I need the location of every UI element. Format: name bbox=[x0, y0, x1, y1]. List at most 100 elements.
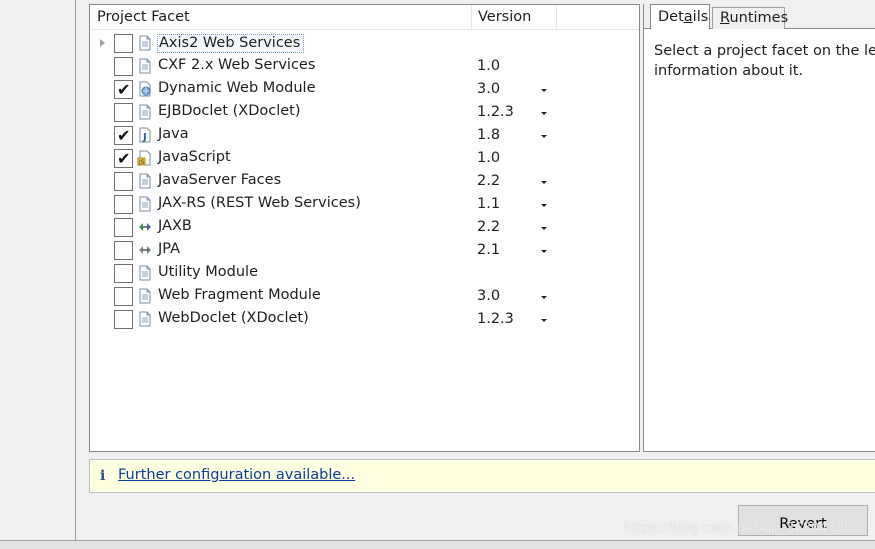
facet-checkbox[interactable]: ✔ bbox=[114, 80, 133, 99]
checkmark-icon: ✔ bbox=[117, 149, 131, 168]
checkmark-icon: ✔ bbox=[117, 126, 131, 145]
facet-row[interactable]: ✔ JS JavaScript 1.0 bbox=[90, 147, 639, 170]
facet-row[interactable]: EJBDoclet (XDoclet) 1.2.3 bbox=[90, 101, 639, 124]
facet-checkbox[interactable] bbox=[114, 172, 133, 191]
svg-text:JS: JS bbox=[138, 159, 145, 166]
column-separator[interactable] bbox=[471, 5, 472, 30]
facet-version[interactable]: 1.2.3 bbox=[477, 104, 514, 120]
details-text-line: Select a project facet on the le bbox=[654, 43, 875, 59]
facet-version[interactable]: 3.0 bbox=[477, 81, 500, 97]
page-icon bbox=[137, 104, 153, 120]
facet-version[interactable]: 3.0 bbox=[477, 288, 500, 304]
details-description: Select a project facet on the le informa… bbox=[654, 41, 875, 81]
facet-row[interactable]: JAX-RS (REST Web Services) 1.1 bbox=[90, 193, 639, 216]
version-dropdown-arrow-icon[interactable] bbox=[541, 112, 547, 115]
facet-row[interactable]: Utility Module bbox=[90, 262, 639, 285]
facet-checkbox[interactable] bbox=[114, 103, 133, 122]
page-icon bbox=[137, 35, 153, 51]
jaxb-icon bbox=[137, 219, 153, 235]
tab-details[interactable]: Details bbox=[650, 4, 710, 30]
facet-name: JAX-RS (REST Web Services) bbox=[158, 195, 361, 211]
facet-checkbox[interactable]: ✔ bbox=[114, 149, 133, 168]
facet-row[interactable]: JPA 2.1 bbox=[90, 239, 639, 262]
web-module-icon bbox=[137, 81, 153, 97]
facet-name: Axis2 Web Services bbox=[157, 34, 305, 53]
facet-checkbox[interactable] bbox=[114, 310, 133, 329]
page-icon bbox=[137, 58, 153, 74]
facet-name: WebDoclet (XDoclet) bbox=[158, 310, 309, 326]
facet-version[interactable]: 2.2 bbox=[477, 219, 500, 235]
column-separator[interactable] bbox=[556, 5, 557, 30]
facet-name: EJBDoclet (XDoclet) bbox=[158, 103, 301, 119]
facet-row[interactable]: JavaServer Faces 2.2 bbox=[90, 170, 639, 193]
project-facets-table: Project Facet Version Axis2 Web Services… bbox=[89, 4, 640, 452]
tab-details-label-end: ils bbox=[692, 9, 709, 25]
facet-row[interactable]: Web Fragment Module 3.0 bbox=[90, 285, 639, 308]
jpa-icon bbox=[137, 242, 153, 258]
java-icon: J bbox=[137, 127, 153, 143]
facet-version[interactable]: 2.1 bbox=[477, 242, 500, 258]
facet-checkbox[interactable] bbox=[114, 34, 133, 53]
tab-details-label-start: Det bbox=[658, 9, 684, 25]
javascript-icon: JS bbox=[137, 150, 153, 166]
facet-version[interactable]: 2.2 bbox=[477, 173, 500, 189]
watermark-text: https://blog.csdn.net/qq_36804380 bbox=[624, 521, 853, 536]
facet-version[interactable]: 1.1 bbox=[477, 196, 500, 212]
version-dropdown-arrow-icon[interactable] bbox=[541, 135, 547, 138]
facet-version[interactable]: 1.2.3 bbox=[477, 311, 514, 327]
tab-runtimes-label: untimes bbox=[729, 10, 789, 26]
expand-arrow-icon[interactable] bbox=[100, 39, 105, 47]
facet-name: Web Fragment Module bbox=[158, 287, 321, 303]
details-text-line: information about it. bbox=[654, 63, 804, 79]
version-dropdown-arrow-icon[interactable] bbox=[541, 204, 547, 207]
facet-row[interactable]: ✔ J Java 1.8 bbox=[90, 124, 639, 147]
facet-name: Java bbox=[158, 126, 189, 142]
facet-checkbox[interactable] bbox=[114, 218, 133, 237]
bottom-strip bbox=[0, 540, 875, 549]
page-icon bbox=[137, 311, 153, 327]
facet-checkbox[interactable] bbox=[114, 195, 133, 214]
facet-checkbox[interactable] bbox=[114, 287, 133, 306]
version-dropdown-arrow-icon[interactable] bbox=[541, 181, 547, 184]
info-icon: i bbox=[100, 468, 106, 484]
details-panel: Details Runtimes Select a project facet … bbox=[643, 4, 875, 452]
version-dropdown-arrow-icon[interactable] bbox=[541, 89, 547, 92]
facet-name: JPA bbox=[158, 241, 181, 257]
facet-version[interactable]: 1.0 bbox=[477, 58, 500, 74]
facet-checkbox[interactable]: ✔ bbox=[114, 126, 133, 145]
facet-name: JAXB bbox=[158, 218, 192, 234]
page-icon bbox=[137, 196, 153, 212]
version-dropdown-arrow-icon[interactable] bbox=[541, 319, 547, 322]
facet-name: CXF 2.x Web Services bbox=[158, 57, 316, 73]
details-tabbar: Details Runtimes bbox=[644, 4, 875, 30]
column-header-project-facet[interactable]: Project Facet bbox=[97, 9, 190, 25]
tab-details-mnemonic: a bbox=[683, 9, 693, 25]
facet-row[interactable]: Axis2 Web Services bbox=[90, 32, 639, 55]
facet-version[interactable]: 1.8 bbox=[477, 127, 500, 143]
facet-checkbox[interactable] bbox=[114, 264, 133, 283]
facet-checkbox[interactable] bbox=[114, 57, 133, 76]
facet-checkbox[interactable] bbox=[114, 241, 133, 260]
facet-name: JavaServer Faces bbox=[158, 172, 282, 188]
column-header-version[interactable]: Version bbox=[478, 9, 531, 25]
facets-table-header: Project Facet Version bbox=[90, 5, 639, 30]
facet-row[interactable]: WebDoclet (XDoclet) 1.2.3 bbox=[90, 308, 639, 331]
version-dropdown-arrow-icon[interactable] bbox=[541, 227, 547, 230]
svg-text:J: J bbox=[142, 132, 147, 143]
tab-runtimes[interactable]: Runtimes bbox=[712, 7, 789, 29]
version-dropdown-arrow-icon[interactable] bbox=[541, 250, 547, 253]
facet-version[interactable]: 1.0 bbox=[477, 150, 500, 166]
facet-name: Dynamic Web Module bbox=[158, 80, 316, 96]
page-icon bbox=[137, 173, 153, 189]
facet-row[interactable]: ✔ Dynamic Web Module 3.0 bbox=[90, 78, 639, 101]
page-icon bbox=[137, 265, 153, 281]
further-configuration-bar: i Further configuration available... bbox=[89, 459, 875, 493]
facet-name: JavaScript bbox=[158, 149, 231, 165]
version-dropdown-arrow-icon[interactable] bbox=[541, 296, 547, 299]
page-icon bbox=[137, 288, 153, 304]
further-configuration-link[interactable]: Further configuration available... bbox=[118, 467, 355, 483]
left-pane-divider bbox=[0, 0, 76, 540]
facet-row[interactable]: JAXB 2.2 bbox=[90, 216, 639, 239]
checkmark-icon: ✔ bbox=[117, 80, 131, 99]
facet-row[interactable]: CXF 2.x Web Services 1.0 bbox=[90, 55, 639, 78]
